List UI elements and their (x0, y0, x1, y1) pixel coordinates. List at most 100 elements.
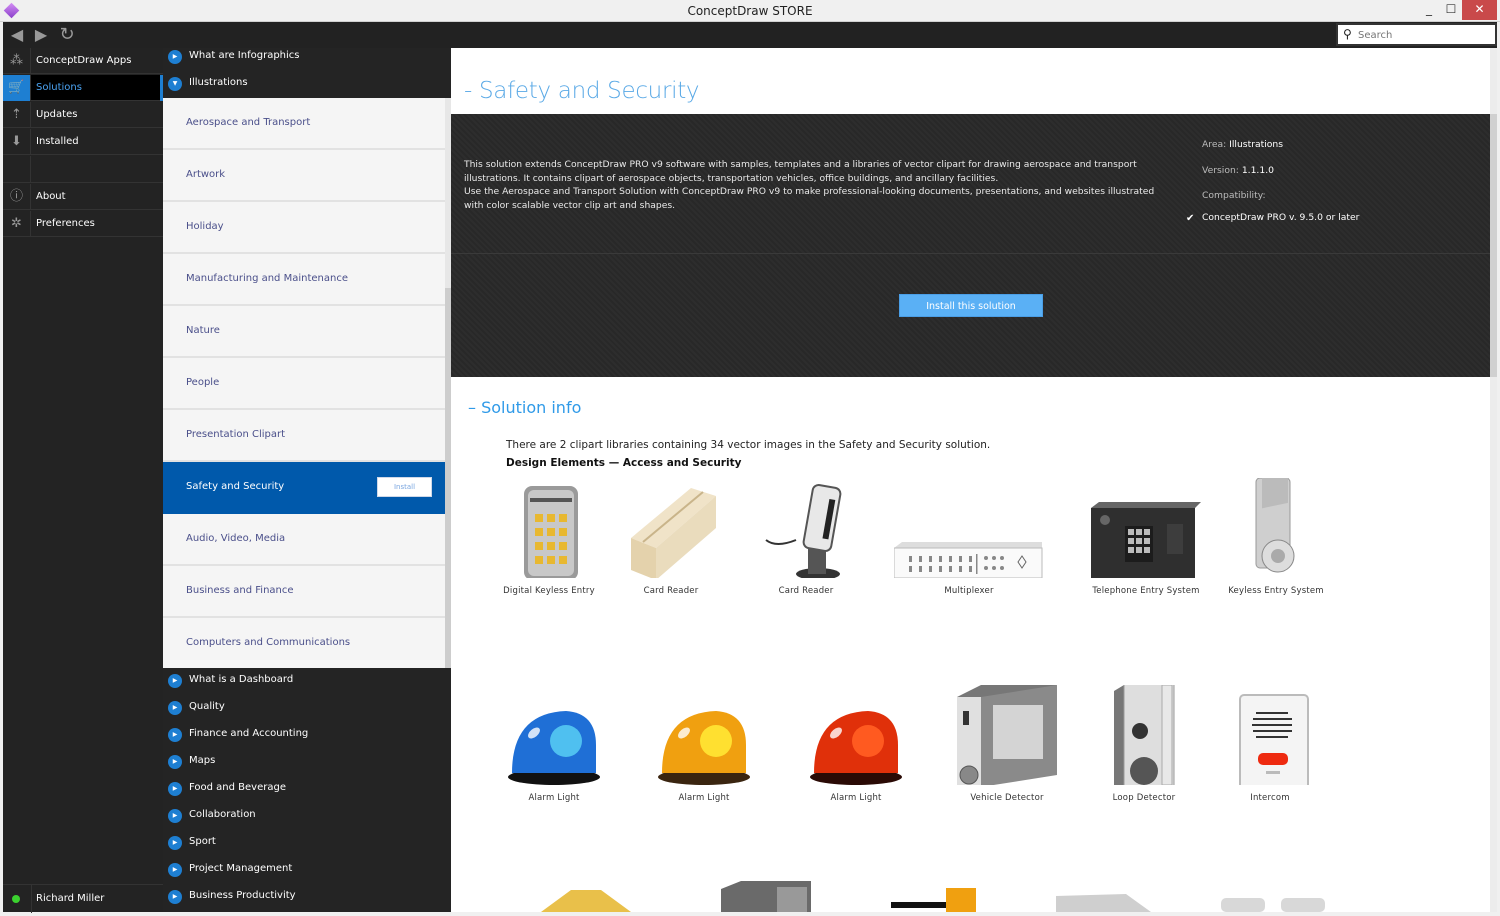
version-label: Version: (1202, 165, 1239, 176)
clipart-caption: Keyless Entry System (1228, 586, 1324, 596)
description-paragraph: Use the Aerospace and Transport Solution… (464, 186, 1155, 211)
clipart-caption: Alarm Light (830, 793, 882, 803)
intercom-image (1239, 694, 1309, 785)
solution-item[interactable]: Nature (163, 306, 445, 358)
solution-label: People (186, 377, 220, 388)
sidebar-spacer (3, 156, 163, 183)
solution-item[interactable]: People (163, 358, 445, 410)
sidebar-item-solutions[interactable]: 🛒 Solutions (3, 75, 163, 101)
solution-description: This solution extends ConceptDraw PRO v9… (464, 158, 1174, 212)
expand-arrow-icon: ▶ (168, 50, 182, 64)
online-status-icon (12, 895, 20, 903)
keyless-entry-system-image (1255, 478, 1295, 573)
expand-arrow-icon: ▶ (168, 728, 182, 742)
window-title: ConceptDraw STORE (687, 4, 813, 18)
expand-arrow-icon: ▶ (168, 863, 182, 877)
group-item[interactable]: ▶ Business Productivity (163, 883, 445, 910)
expand-arrow-icon: ▶ (168, 755, 182, 769)
solution-label: Nature (186, 325, 220, 336)
solution-item[interactable]: Aerospace and Transport (163, 98, 445, 150)
solution-item[interactable]: Manufacturing and Maintenance (163, 254, 445, 306)
refresh-icon[interactable]: ↻ (57, 25, 77, 45)
solution-detail: - Safety and Security This solution exte… (451, 48, 1497, 912)
card-reader-stand-image (765, 484, 842, 578)
clipart-item: Loop Detector (1079, 685, 1209, 803)
group-label: Quality (189, 701, 225, 712)
solution-item-selected[interactable]: Safety and Security Install (163, 462, 445, 514)
clipart-caption: Loop Detector (1112, 793, 1176, 803)
clipart-caption: Vehicle Detector (970, 793, 1044, 803)
install-solution-button[interactable]: Install this solution (899, 294, 1043, 317)
multiplexer-image (894, 542, 1043, 578)
solution-label: Artwork (186, 169, 226, 180)
group-illustrations[interactable]: ▼ Illustrations (163, 70, 445, 97)
group-label: Project Management (189, 863, 293, 874)
solution-summary-card: This solution extends ConceptDraw PRO v9… (451, 114, 1490, 377)
description-paragraph: This solution extends ConceptDraw PRO v9… (464, 159, 1137, 184)
library-title: Design Elements — Access and Security (506, 457, 742, 469)
compatibility-value: ConceptDraw PRO v. 9.5.0 or later (1202, 212, 1360, 223)
vehicle-detector-image (957, 685, 1057, 785)
group-label: Food and Beverage (189, 782, 286, 793)
info-icon: ⓘ (3, 184, 31, 210)
user-account[interactable]: Richard Miller (3, 884, 163, 913)
apps-icon: ⁂ (3, 48, 31, 74)
solution-label: Manufacturing and Maintenance (186, 273, 348, 284)
group-item[interactable]: ▶ Collaboration (163, 802, 445, 829)
spacer-cell (3, 156, 31, 183)
expand-arrow-icon: ▶ (168, 674, 182, 688)
main-scrollbar[interactable] (1490, 48, 1497, 912)
group-item[interactable]: ▶ What is a Dashboard (163, 667, 445, 694)
alarm-light-red-image (810, 711, 902, 785)
forward-icon[interactable]: ▶ (31, 25, 51, 45)
telephone-entry-system-image (1091, 502, 1201, 578)
solution-item[interactable]: Presentation Clipart (163, 410, 445, 462)
solution-item[interactable]: Holiday (163, 202, 445, 254)
sidebar-item-updates[interactable]: ⇡ Updates (3, 102, 163, 128)
clipart-item: Keyless Entry System (1211, 478, 1341, 596)
alarm-light-amber-image (658, 711, 750, 785)
solution-item[interactable]: Computers and Communications (163, 618, 445, 670)
back-icon[interactable]: ◀ (7, 25, 27, 45)
install-solution-small-button[interactable]: Install (377, 477, 432, 497)
search-box[interactable]: ⚲ (1336, 23, 1497, 46)
close-button[interactable]: ✕ (1462, 0, 1497, 20)
checkmark-icon: ✔ (1186, 213, 1195, 224)
compatibility-label: Compatibility: (1202, 190, 1266, 201)
solution-item[interactable]: Business and Finance (163, 566, 445, 618)
group-item[interactable]: ▶ Project Management (163, 856, 445, 883)
page-title: - Safety and Security (464, 78, 700, 104)
sidebar-item-about[interactable]: ⓘ About (3, 184, 163, 210)
expand-arrow-icon: ▶ (168, 809, 182, 823)
expand-arrow-icon: ▶ (168, 701, 182, 715)
sidebar-item-label: ConceptDraw Apps (36, 55, 132, 66)
group-item[interactable]: ▶ Sport (163, 829, 445, 856)
divider (451, 253, 1490, 254)
sidebar-item-installed[interactable]: ⬇ Installed (3, 129, 163, 155)
clipart-partial-image (721, 881, 811, 912)
sidebar-item-conceptdraw-apps[interactable]: ⁂ ConceptDraw Apps (3, 48, 163, 74)
sidebar-item-label: Updates (36, 109, 78, 120)
clipart-caption: Multiplexer (944, 586, 994, 596)
sidebar-item-preferences[interactable]: ✲ Preferences (3, 211, 163, 237)
solution-item[interactable]: Audio, Video, Media (163, 514, 445, 566)
clipart-item: Intercom (1205, 685, 1335, 803)
group-label: Collaboration (189, 809, 256, 820)
group-item[interactable]: ▶ Quality (163, 694, 445, 721)
area-field: Area: Illustrations (1202, 139, 1283, 150)
scrollbar-thumb[interactable] (1490, 114, 1497, 377)
gear-icon: ✲ (3, 211, 31, 237)
solution-info-summary: There are 2 clipart libraries containing… (506, 439, 991, 451)
updates-icon: ⇡ (3, 102, 31, 128)
group-label: Illustrations (189, 77, 248, 88)
divider (31, 885, 32, 913)
group-item[interactable]: ▶ Maps (163, 748, 445, 775)
clipart-item: Alarm Light (639, 685, 769, 803)
solution-item[interactable]: Artwork (163, 150, 445, 202)
clipart-caption: Alarm Light (678, 793, 730, 803)
group-item[interactable]: ▶ Finance and Accounting (163, 721, 445, 748)
version-field: Version: 1.1.1.0 (1202, 165, 1274, 176)
group-item[interactable]: ▶ Food and Beverage (163, 775, 445, 802)
search-input[interactable] (1358, 27, 1493, 43)
group-what-are-infographics[interactable]: ▶ What are Infographics (163, 43, 445, 70)
